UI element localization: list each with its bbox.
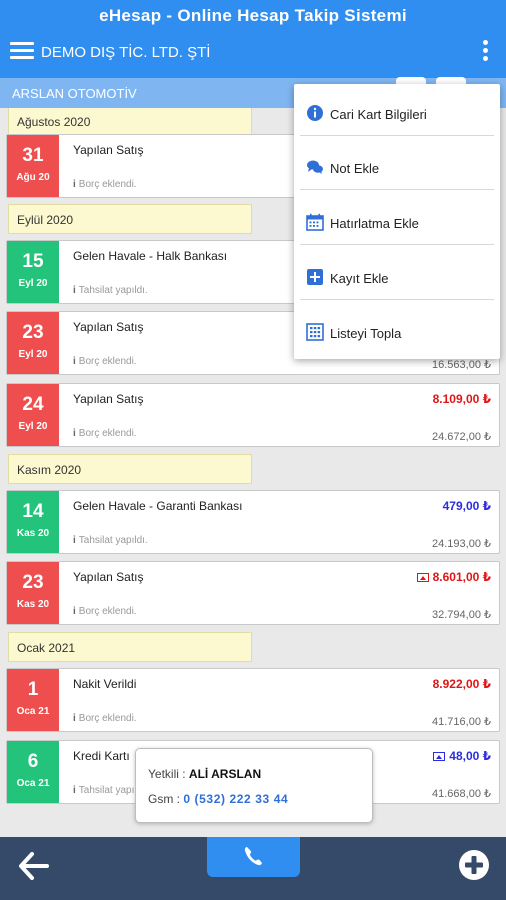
date-badge: 1 Oca 21 — [7, 669, 59, 731]
transaction-title: Gelen Havale - Garanti Bankası — [73, 499, 243, 513]
transaction-amount: 479,00 ₺ — [442, 499, 491, 513]
plus-square-icon — [307, 269, 323, 285]
menu-item-kayit-ekle[interactable]: Kayıt Ekle — [300, 252, 494, 300]
transaction-note: i Borç eklendi. — [73, 428, 137, 439]
running-balance: 24.672,00 ₺ — [432, 431, 491, 443]
calendar-icon — [306, 213, 324, 231]
overflow-menu: Cari Kart Bilgileri Not Ekle Hatırlatma … — [294, 84, 500, 359]
list-item[interactable]: 1 Oca 21 Nakit Verildi i Borç eklendi. 8.… — [6, 668, 500, 732]
phone-icon — [244, 847, 262, 866]
menu-item-cari-kart[interactable]: Cari Kart Bilgileri — [300, 88, 494, 136]
transaction-amount: 8.922,00 ₺ — [432, 677, 491, 691]
transaction-title: Gelen Havale - Halk Bankası — [73, 249, 228, 263]
account-name: ARSLAN OTOMOTİV — [12, 86, 137, 101]
date-badge: 23 Eyl 20 — [7, 312, 59, 374]
menu-item-not-ekle[interactable]: Not Ekle — [300, 142, 494, 190]
calculator-icon — [306, 323, 324, 341]
date-badge: 6 Oca 21 — [7, 741, 59, 803]
date-badge: 14 Kas 20 — [7, 491, 59, 553]
contact-person: Yetkili : ALİ ARSLAN — [148, 767, 262, 781]
transaction-amount: 48,00 ₺ — [433, 749, 491, 763]
group-header: Ocak 2021 — [8, 632, 252, 662]
list-item[interactable]: 14 Kas 20 Gelen Havale - Garanti Bankası… — [6, 490, 500, 554]
image-icon[interactable] — [416, 573, 429, 582]
menu-item-listeyi-topla[interactable]: Listeyi Topla — [300, 307, 494, 355]
running-balance: 32.794,00 ₺ — [432, 609, 491, 621]
chat-bubbles-icon — [307, 160, 323, 174]
running-balance: 41.668,00 ₺ — [432, 788, 491, 800]
app-title: eHesap - Online Hesap Takip Sistemi — [99, 6, 407, 25]
call-button[interactable] — [207, 837, 300, 877]
transaction-note: i Borç eklendi. — [73, 713, 137, 724]
running-balance: 24.193,00 ₺ — [432, 538, 491, 550]
back-arrow-icon[interactable] — [16, 848, 52, 884]
transaction-title: Yapılan Satış — [73, 143, 144, 157]
date-badge: 23 Kas 20 — [7, 562, 59, 624]
info-icon — [307, 105, 323, 121]
transaction-amount: 8.109,00 ₺ — [432, 392, 491, 406]
group-header: Kasım 2020 — [8, 454, 252, 484]
list-item[interactable]: 24 Eyl 20 Yapılan Satış i Borç eklendi. 8… — [6, 383, 500, 447]
group-header: Ağustos 2020 — [8, 108, 252, 136]
transaction-note: i Borç eklendi. — [73, 606, 137, 617]
more-vertical-icon[interactable] — [478, 40, 492, 64]
add-circle-icon[interactable] — [458, 849, 490, 881]
date-badge: 31 Ağu 20 — [7, 135, 59, 197]
image-icon[interactable] — [433, 752, 446, 761]
transaction-title: Yapılan Satış — [73, 320, 144, 334]
phone-link[interactable]: 0 (532) 222 33 44 — [183, 792, 288, 806]
running-balance: 41.716,00 ₺ — [432, 716, 491, 728]
transaction-note: i Borç eklendi. — [73, 179, 137, 190]
transaction-note: i Tahsilat yapıldı. — [73, 285, 148, 296]
date-badge: 24 Eyl 20 — [7, 384, 59, 446]
running-balance: 16.563,00 ₺ — [432, 359, 491, 371]
transaction-title: Yapılan Satış — [73, 392, 144, 406]
transaction-title: Nakit Verildi — [73, 677, 137, 691]
list-item[interactable]: 23 Kas 20 Yapılan Satış i Borç eklendi. 8… — [6, 561, 500, 625]
company-name: DEMO DIŞ TİC. LTD. ŞTİ — [41, 44, 211, 61]
transaction-amount: 8.601,00 ₺ — [416, 570, 491, 584]
transaction-note: i Tahsilat yapıldı. — [73, 535, 148, 546]
contact-gsm: Gsm : 0 (532) 222 33 44 — [148, 792, 289, 806]
transaction-title: Yapılan Satış — [73, 570, 144, 584]
menu-item-hatirlatma-ekle[interactable]: Hatırlatma Ekle — [300, 197, 494, 245]
hamburger-menu-icon[interactable] — [10, 42, 34, 62]
transaction-title: Kredi Kartı — [73, 749, 130, 763]
transaction-note: i Borç eklendi. — [73, 356, 137, 367]
group-header: Eylül 2020 — [8, 204, 252, 234]
contact-popup: Yetkili : ALİ ARSLAN Gsm : 0 (532) 222 3… — [135, 748, 373, 823]
date-badge: 15 Eyl 20 — [7, 241, 59, 303]
